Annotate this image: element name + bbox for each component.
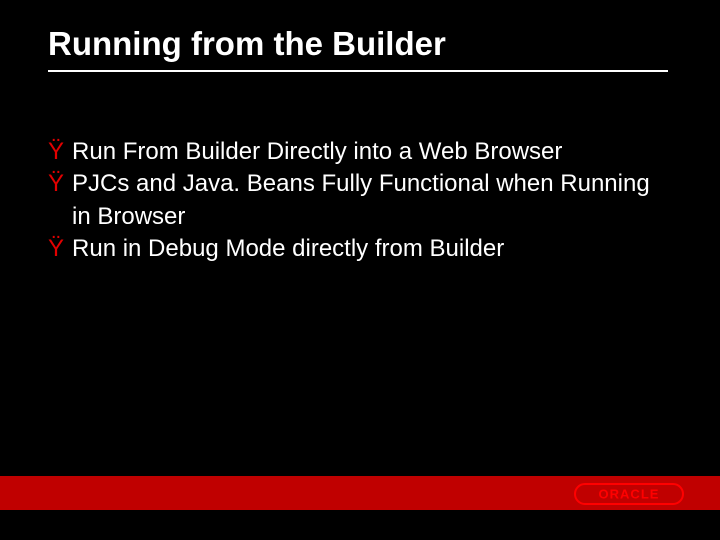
bullet-text: PJCs and Java. Beans Fully Functional wh…	[72, 168, 660, 233]
bullet-marker-icon: Ÿ	[48, 136, 64, 168]
slide-title: Running from the Builder	[48, 24, 672, 64]
logo-text: ORACLE	[599, 487, 660, 502]
bullet-item: Ÿ Run From Builder Directly into a Web B…	[48, 136, 660, 168]
slide: Running from the Builder Ÿ Run From Buil…	[0, 0, 720, 540]
oracle-logo: ORACLE	[574, 482, 684, 506]
bullet-text: Run From Builder Directly into a Web Bro…	[72, 136, 660, 168]
title-underline	[48, 70, 668, 72]
bullet-text: Run in Debug Mode directly from Builder	[72, 233, 660, 265]
slide-body: Ÿ Run From Builder Directly into a Web B…	[48, 136, 660, 266]
bullet-marker-icon: Ÿ	[48, 233, 64, 265]
bullet-item: Ÿ Run in Debug Mode directly from Builde…	[48, 233, 660, 265]
bullet-item: Ÿ PJCs and Java. Beans Fully Functional …	[48, 168, 660, 233]
bullet-marker-icon: Ÿ	[48, 168, 64, 200]
title-block: Running from the Builder	[48, 24, 672, 72]
